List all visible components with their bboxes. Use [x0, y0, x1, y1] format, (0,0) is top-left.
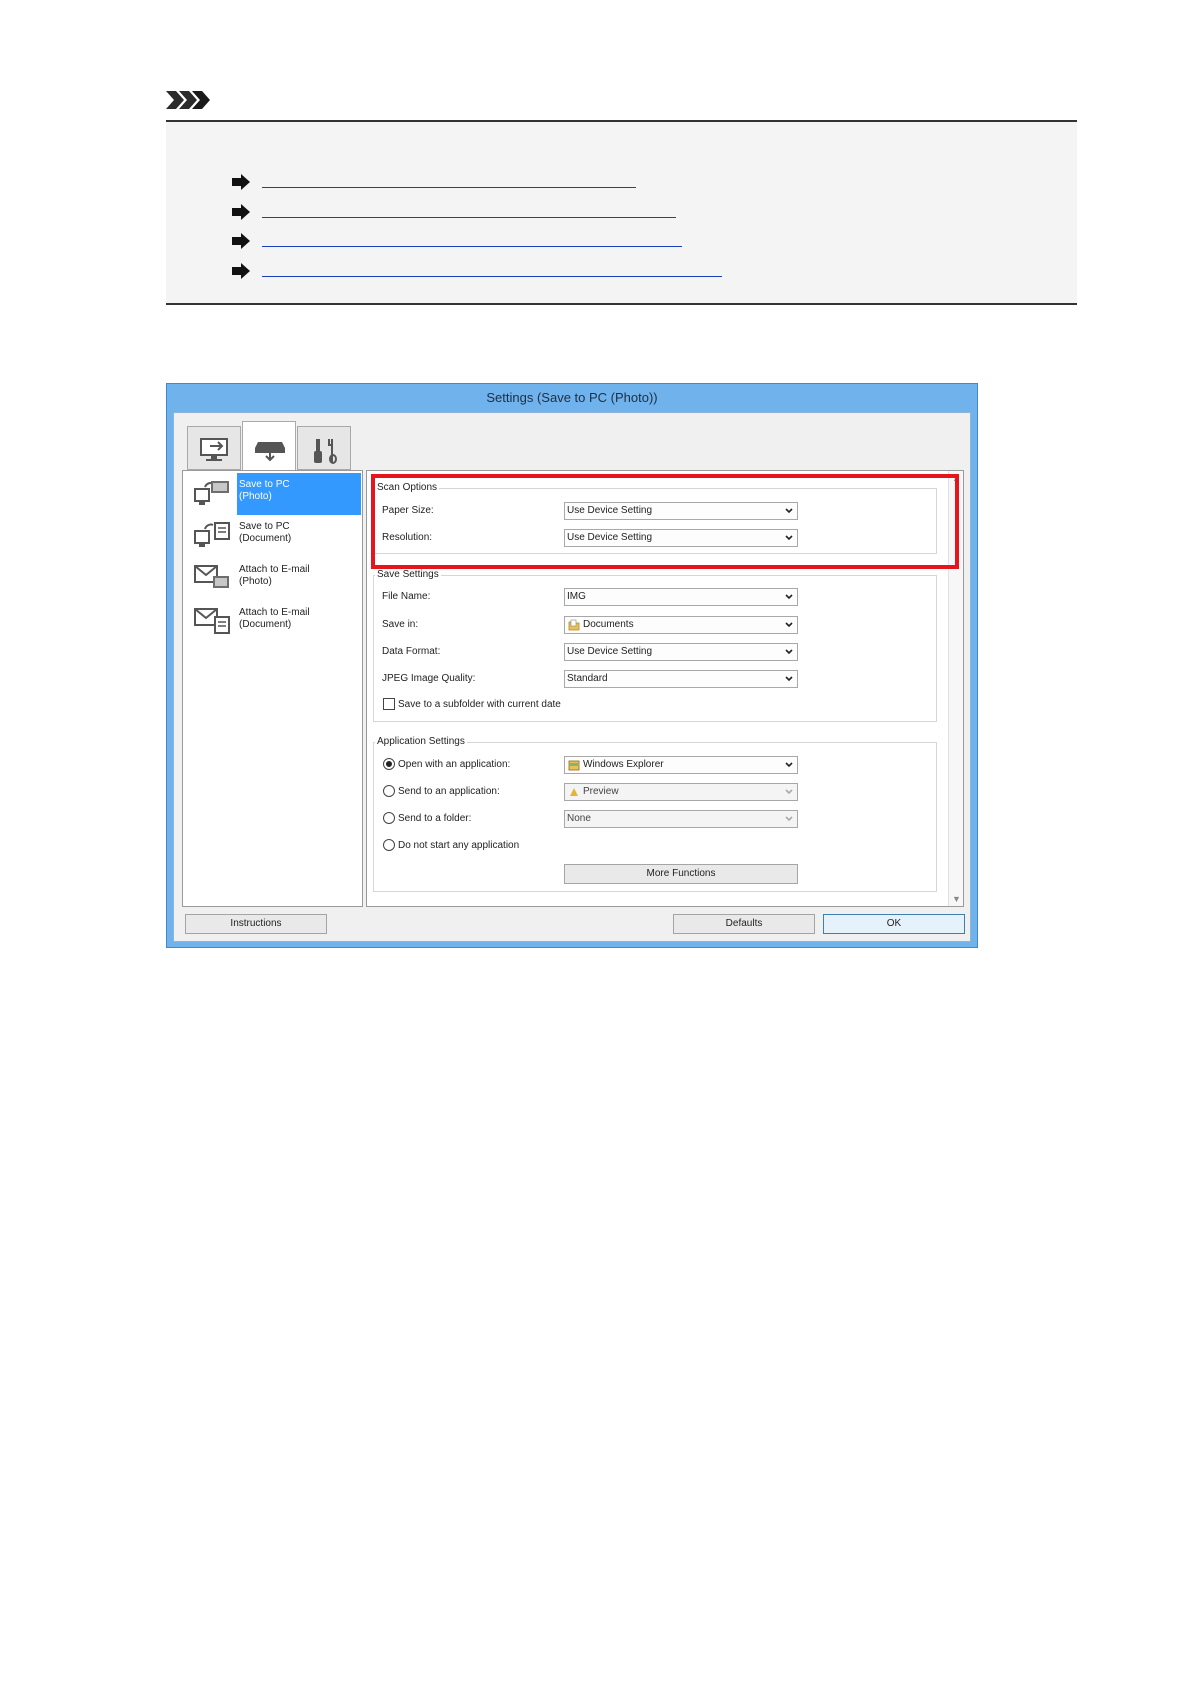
chevron-down-icon	[785, 762, 793, 768]
chevron-down-icon	[785, 816, 793, 822]
save-photo-icon	[194, 481, 229, 505]
do-not-start-label[interactable]: Do not start any application	[398, 840, 519, 851]
defaults-button[interactable]: Defaults	[673, 914, 815, 934]
save-in-dropdown[interactable]: Documents	[564, 616, 798, 634]
sidebar-item-email-document[interactable]: Attach to E-mail (Document)	[183, 601, 362, 643]
jpeg-quality-value: Standard	[567, 673, 608, 684]
preview-app-icon	[570, 788, 578, 796]
right-arrow-icon	[232, 204, 250, 220]
data-format-label: Data Format:	[382, 646, 441, 657]
sidebar-item-label: Save to PC (Photo)	[239, 479, 290, 502]
note-bottom-rule	[166, 303, 1077, 305]
email-photo-icon	[194, 565, 229, 588]
right-arrow-icon	[232, 174, 250, 190]
jpeg-quality-label: JPEG Image Quality:	[382, 673, 476, 684]
note-link-text[interactable]	[262, 233, 682, 247]
note-link-text[interactable]	[262, 174, 636, 188]
tools-icon	[314, 439, 337, 464]
documents-folder-icon	[568, 619, 580, 631]
send-to-folder-value: None	[567, 813, 591, 824]
send-to-folder-label[interactable]: Send to a folder:	[398, 813, 471, 824]
more-functions-button[interactable]: More Functions	[564, 864, 798, 884]
chevron-down-icon	[785, 649, 793, 655]
right-arrow-icon	[232, 233, 250, 249]
save-in-label: Save in:	[382, 619, 419, 630]
email-document-icon	[194, 608, 230, 634]
data-format-value: Use Device Setting	[567, 646, 653, 657]
computer-scan-icon	[200, 438, 228, 461]
dialog-title: Settings (Save to PC (Photo))	[486, 390, 658, 405]
send-to-app-value: Preview	[583, 786, 619, 797]
scanner-icon	[255, 442, 285, 462]
subfolder-checkbox[interactable]	[383, 698, 395, 710]
right-arrow-icon	[232, 263, 250, 279]
chevron-down-icon	[785, 622, 793, 628]
send-to-app-dropdown[interactable]: Preview	[564, 783, 798, 801]
dialog-body: Save to PC (Photo) Save to PC (Document)	[173, 412, 971, 942]
note-arrows-icon	[166, 91, 210, 109]
instructions-button[interactable]: Instructions	[185, 914, 327, 934]
sidebar-item-label: Save to PC (Document)	[239, 521, 292, 544]
tab-scan-from-panel[interactable]	[242, 421, 296, 471]
scan-options-highlight	[371, 474, 959, 569]
send-to-folder-radio[interactable]	[383, 812, 395, 824]
open-with-app-label[interactable]: Open with an application:	[398, 759, 510, 770]
sidebar-item-save-document[interactable]: Save to PC (Document)	[183, 515, 362, 557]
save-settings-title: Save Settings	[375, 569, 441, 580]
chevron-down-icon	[785, 676, 793, 682]
tab-general-settings[interactable]	[297, 426, 351, 470]
jpeg-quality-dropdown[interactable]: Standard	[564, 670, 798, 688]
sidebar-item-label: Attach to E-mail (Document)	[239, 607, 310, 630]
do-not-start-radio[interactable]	[383, 839, 395, 851]
file-name-label: File Name:	[382, 591, 431, 602]
sidebar-item-label: Attach to E-mail (Photo)	[239, 564, 310, 587]
scan-type-list: Save to PC (Photo) Save to PC (Document)	[182, 470, 363, 907]
file-name-combobox[interactable]: IMG	[564, 588, 798, 606]
application-settings-title: Application Settings	[375, 736, 467, 747]
chevron-down-icon	[785, 594, 793, 600]
ok-button[interactable]: OK	[823, 914, 965, 934]
sidebar-item-email-photo[interactable]: Attach to E-mail (Photo)	[183, 558, 362, 600]
save-in-value: Documents	[583, 619, 634, 630]
scroll-down-icon[interactable]: ▼	[952, 894, 961, 904]
save-document-icon	[194, 522, 230, 547]
tab-scan-from-computer[interactable]	[187, 426, 241, 470]
note-link-text[interactable]	[262, 204, 676, 218]
settings-dialog: Settings (Save to PC (Photo)) Save to PC…	[166, 383, 978, 948]
file-name-value[interactable]: IMG	[567, 591, 586, 602]
windows-explorer-icon	[568, 760, 580, 771]
chevron-down-icon	[785, 789, 793, 795]
sidebar-item-save-photo[interactable]: Save to PC (Photo)	[183, 473, 362, 515]
send-to-folder-dropdown[interactable]: None	[564, 810, 798, 828]
open-with-app-radio[interactable]	[383, 758, 395, 770]
open-with-app-dropdown[interactable]: Windows Explorer	[564, 756, 798, 774]
send-to-app-radio[interactable]	[383, 785, 395, 797]
subfolder-label[interactable]: Save to a subfolder with current date	[398, 699, 561, 710]
data-format-dropdown[interactable]: Use Device Setting	[564, 643, 798, 661]
send-to-app-label[interactable]: Send to an application:	[398, 786, 500, 797]
open-with-app-value: Windows Explorer	[583, 759, 664, 770]
note-link-text[interactable]	[262, 263, 722, 277]
